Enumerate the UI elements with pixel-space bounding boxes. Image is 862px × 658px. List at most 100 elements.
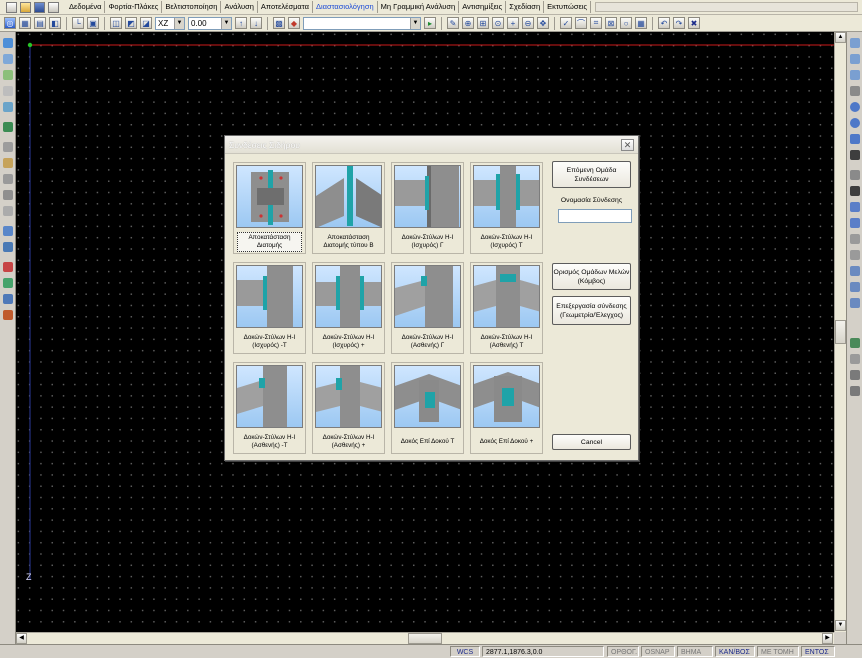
menu-item[interactable]: Εκτυπώσεις	[544, 1, 592, 13]
connection-tile[interactable]: Δοκών-Στύλων Η-Ι (Ασθενής) Γ	[391, 262, 464, 354]
column-icon[interactable]	[3, 70, 13, 80]
circle-tool-icon[interactable]	[850, 102, 860, 112]
cancel-button[interactable]: Cancel	[552, 434, 631, 450]
render-icon[interactable]: ▩	[273, 17, 285, 29]
element-icon[interactable]	[3, 102, 13, 112]
block-icon[interactable]	[850, 282, 860, 292]
zoom-icon[interactable]: ◎	[4, 17, 16, 29]
connection-name-input[interactable]	[558, 209, 632, 223]
support-icon[interactable]	[3, 86, 13, 96]
delete-icon[interactable]: ✖	[688, 17, 700, 29]
axis-icon[interactable]: └	[72, 17, 84, 29]
copy-icon[interactable]	[3, 142, 13, 152]
stair-icon[interactable]	[3, 294, 13, 304]
connection-tile[interactable]: Αποκατάσταση Διατομής τύπου B	[312, 162, 385, 254]
ortho-toggle[interactable]: ΟΡΘΟΓ.	[607, 646, 639, 657]
new-file-icon[interactable]	[6, 1, 17, 13]
section-icon[interactable]	[3, 122, 13, 132]
menu-item[interactable]: Μη Γραμμική Ανάλυση	[378, 1, 460, 13]
osnap-toggle[interactable]: OSNAP	[641, 646, 675, 657]
cross-tool-icon[interactable]	[850, 150, 860, 160]
perpendicular-icon[interactable]	[850, 86, 860, 96]
draw-polyline-icon[interactable]	[850, 54, 860, 64]
connection-tile[interactable]: Αποκατάσταση Διατομής	[233, 162, 306, 254]
palette-icon[interactable]: ◆	[288, 17, 300, 29]
menu-item[interactable]: Φορτία-Πλάκες	[105, 1, 163, 13]
zoom-plus-icon[interactable]: +	[507, 17, 519, 29]
measure-icon[interactable]: ⌒	[575, 17, 587, 29]
grid-icon[interactable]: ▦	[19, 17, 31, 29]
scroll-left-icon[interactable]: ◀	[16, 633, 27, 644]
arrow-up-icon[interactable]: ↑	[235, 17, 247, 29]
menu-item[interactable]: Αντισημίξεις	[459, 1, 507, 13]
offset-icon[interactable]	[850, 202, 860, 212]
connection-tile[interactable]: Δοκών-Στύλων Η-Ι (Ισχυρός) +	[312, 262, 385, 354]
zoom-in-icon[interactable]: ⊕	[462, 17, 474, 29]
vertical-scrollbar[interactable]: ▲ ▼	[834, 32, 846, 632]
menu-item[interactable]: Δεδομένα	[66, 1, 106, 13]
properties-icon[interactable]: ▦	[635, 17, 647, 29]
text-icon[interactable]	[850, 234, 860, 244]
zoom-window-icon[interactable]: ⊞	[477, 17, 489, 29]
export-icon[interactable]	[850, 370, 860, 380]
slab-icon[interactable]	[3, 226, 13, 236]
zoom-out-icon[interactable]: ⊖	[522, 17, 534, 29]
menu-item[interactable]: Ανάλυση	[221, 1, 258, 13]
explode-icon[interactable]	[850, 298, 860, 308]
connection-tile[interactable]: Δοκών-Στύλων Η-Ι (Ασθενής) -Τ	[233, 362, 306, 454]
draw-line-icon[interactable]	[850, 38, 860, 48]
node-icon[interactable]	[3, 38, 13, 48]
view-icon[interactable]: ▣	[87, 17, 99, 29]
print-icon[interactable]	[48, 1, 59, 13]
layers-icon[interactable]: ◧	[49, 17, 61, 29]
ortho-snap-toggle[interactable]: ΚΑΝ/ΒΟΣ	[715, 646, 755, 657]
print-preview-icon[interactable]	[850, 354, 860, 364]
extend-icon[interactable]	[850, 218, 860, 228]
menu-item[interactable]: Διαστασιολόγηση	[313, 1, 378, 13]
intersect-toggle[interactable]: ΜΕ ΤΟΜΗ	[757, 646, 799, 657]
layer-manager-icon[interactable]	[850, 338, 860, 348]
hatch-icon[interactable]	[850, 266, 860, 276]
dimension-tool-icon[interactable]	[850, 250, 860, 260]
check-icon[interactable]: ✓	[560, 17, 572, 29]
horizontal-scroll-thumb[interactable]	[408, 633, 442, 644]
level-select[interactable]: 0.00 ▼	[188, 16, 232, 30]
side-view-icon[interactable]: ◩	[125, 17, 137, 29]
polygon-tool-icon[interactable]	[850, 134, 860, 144]
dialog-title-bar[interactable]: Συνδέσεις Σιδήρου	[225, 136, 638, 154]
undo-icon[interactable]: ↶	[658, 17, 670, 29]
settings-icon[interactable]	[850, 386, 860, 396]
draw-arc-icon[interactable]	[850, 70, 860, 80]
scroll-down-icon[interactable]: ▼	[835, 620, 846, 631]
step-toggle[interactable]: ΒΗΜΑ	[677, 646, 713, 657]
foundation-icon[interactable]	[3, 278, 13, 288]
rotate-icon[interactable]	[3, 174, 13, 184]
mirror-icon[interactable]	[3, 190, 13, 200]
dimension-icon[interactable]: ⊠	[605, 17, 617, 29]
edit-connection-button[interactable]: Επεξεργασία σύνδεσης (Γεωμετρία/Έλεγχος)	[552, 296, 631, 325]
define-member-groups-button[interactable]: Ορισμός Ομάδων Μελών (Κόμβος)	[552, 263, 631, 290]
entos-toggle[interactable]: ΕΝΤΟΣ	[801, 646, 835, 657]
connection-tile[interactable]: Δοκός Επί Δοκού Τ	[391, 362, 464, 454]
steel-connection-icon[interactable]	[3, 310, 13, 320]
scroll-up-icon[interactable]: ▲	[835, 32, 846, 43]
close-icon[interactable]: ✕	[621, 139, 634, 151]
connection-tile[interactable]: Δοκών-Στύλων Η-Ι (Ασθενής) +	[312, 362, 385, 454]
menu-item[interactable]: Αποτελέσματα	[258, 1, 313, 13]
circle-icon[interactable]: ○	[620, 17, 632, 29]
apply-icon[interactable]: ▸	[424, 17, 436, 29]
horizontal-scrollbar[interactable]: ◀ ▶	[16, 632, 834, 644]
wcs-indicator[interactable]: WCS	[450, 646, 480, 657]
erase-icon[interactable]	[850, 186, 860, 196]
connection-tile[interactable]: Δοκών-Στύλων Η-Ι (Ισχυρός) -Τ	[233, 262, 306, 354]
object-select[interactable]: ▼	[303, 16, 421, 30]
snap-icon[interactable]: ⌗	[590, 17, 602, 29]
menu-item[interactable]: Σχεδίαση	[506, 1, 545, 13]
redo-icon[interactable]: ↷	[673, 17, 685, 29]
load-icon[interactable]	[3, 262, 13, 272]
connection-tile[interactable]: Δοκών-Στύλων Η-Ι (Ισχυρός) Γ	[391, 162, 464, 254]
table-icon[interactable]: ▤	[34, 17, 46, 29]
wall-icon[interactable]	[3, 242, 13, 252]
ellipse-tool-icon[interactable]	[850, 118, 860, 128]
save-icon[interactable]	[34, 1, 45, 13]
